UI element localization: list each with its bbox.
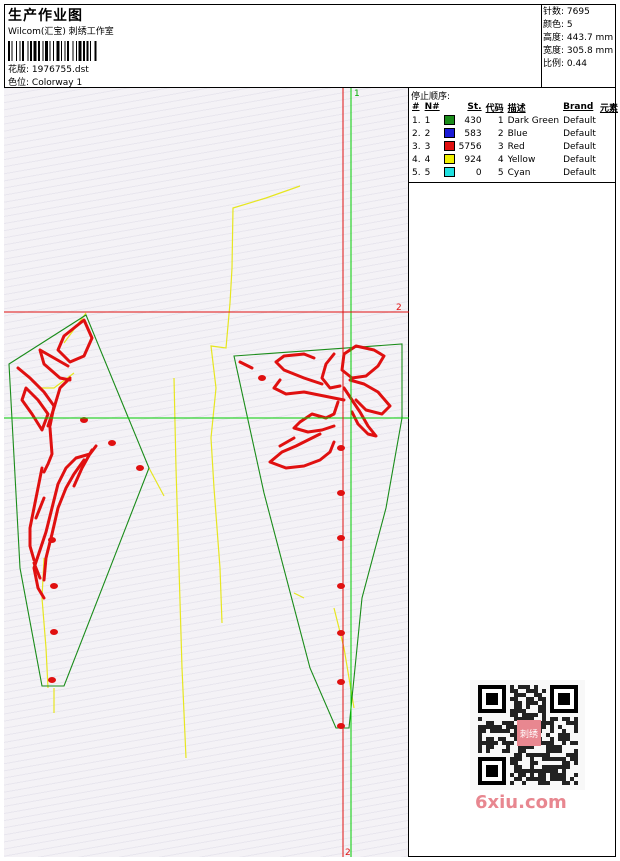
design-value: 1976755.dst — [31, 65, 89, 75]
table-cell: 5756 — [458, 141, 482, 152]
table-cell: Dark Green — [507, 115, 560, 126]
col-header: # — [412, 102, 420, 112]
axis-label-2-bottom: 2 — [345, 848, 351, 857]
design-scale: 比例: 0.44 — [543, 59, 587, 69]
color-swatch — [443, 167, 455, 178]
qr-code: 刺绣 — [470, 680, 585, 790]
col-header: St. — [467, 102, 482, 112]
table-cell: Red — [507, 141, 525, 152]
table-cell: 2 — [497, 128, 504, 139]
table-cell: 5 — [497, 167, 504, 178]
col-header: N# — [424, 102, 440, 112]
color-swatch-cell — [442, 140, 457, 153]
table-cell: 3. — [412, 141, 421, 152]
stop-sequence-panel: 停止顺序: # N# St. 代码 描述 Brand 元素 1. 1 430 1 Dar… — [409, 88, 618, 183]
table-cell: 1. — [412, 115, 421, 126]
color-swatch — [443, 128, 455, 139]
design-width: 宽度: 305.8 mm — [543, 46, 614, 56]
table-cell: 5. — [412, 167, 421, 178]
table-cell: Cyan — [507, 167, 531, 178]
design-file: 花版: 1976755.dst — [8, 62, 89, 75]
table-cell: Yellow — [507, 154, 536, 165]
col-header: 描述 — [507, 103, 526, 114]
table-cell — [598, 127, 620, 140]
axis-label-2: 2 — [396, 303, 402, 313]
table-cell: 1 — [424, 115, 431, 126]
colorway: 色位: Colorway 1 — [8, 75, 82, 88]
table-cell: 1 — [497, 115, 504, 126]
design-height: 高度: 443.7 mm — [543, 33, 614, 43]
color-swatch — [443, 154, 455, 165]
table-cell: 3 — [497, 141, 504, 152]
qr-code-icon: 刺绣 — [478, 685, 578, 785]
color-count: 颜色: 5 — [543, 20, 573, 30]
col-header: 元素 — [599, 103, 618, 114]
table-header-row: # N# St. 代码 描述 Brand 元素 — [410, 100, 620, 114]
table-cell: Default — [563, 115, 596, 126]
table-cell — [598, 140, 620, 153]
table-cell: 3 — [424, 141, 431, 152]
design-canvas[interactable]: 1 2 2 — [4, 88, 409, 857]
table-row: 1. 1 430 1 Dark Green Default — [410, 114, 620, 127]
table-cell: 2 — [424, 128, 431, 139]
header-panel: 生产作业图 Wilcom(汇宝) 刺绣工作室 花版: 1976755.dst 色… — [4, 4, 542, 88]
color-swatch-cell — [442, 153, 457, 166]
colorway-label: 色位: — [8, 78, 30, 88]
table-cell: 430 — [464, 115, 482, 126]
table-row: 3. 3 5756 3 Red Default — [410, 140, 620, 153]
yellow-stitches — [40, 185, 355, 759]
red-embroidery-left — [16, 318, 98, 600]
table-cell: Default — [563, 128, 596, 139]
table-cell: Default — [563, 154, 596, 165]
colorway-value: Colorway 1 — [31, 78, 83, 88]
table-cell: 583 — [464, 128, 482, 139]
table-cell: 4 — [497, 154, 504, 165]
table-row: 2. 2 583 2 Blue Default — [410, 127, 620, 140]
page-title: 生产作业图 — [8, 8, 83, 24]
color-swatch-cell — [442, 114, 457, 127]
table-cell: 4 — [424, 154, 431, 165]
col-header — [442, 100, 457, 114]
table-cell: 924 — [464, 154, 482, 165]
table-row: 5. 5 0 5 Cyan Default — [410, 166, 620, 179]
design-label: 花版: — [8, 65, 30, 75]
table-cell — [598, 166, 620, 179]
table-cell — [598, 114, 620, 127]
table-cell: 5 — [424, 167, 431, 178]
table-row: 4. 4 924 4 Yellow Default — [410, 153, 620, 166]
table-cell: 0 — [475, 167, 482, 178]
table-cell: Default — [563, 141, 596, 152]
table-cell: 4. — [412, 154, 421, 165]
color-swatch — [443, 115, 455, 126]
table-cell: Default — [563, 167, 596, 178]
table-cell: Blue — [507, 128, 528, 139]
barcode-icon — [8, 41, 97, 61]
qr-seal-text: 刺绣 — [520, 728, 538, 740]
table-cell — [598, 153, 620, 166]
design-info-panel: 针数: 7695 颜色: 5 高度: 443.7 mm 宽度: 305.8 mm… — [542, 4, 616, 88]
color-swatch-cell — [442, 166, 457, 179]
red-tack-dots — [48, 375, 345, 729]
company-name: Wilcom(汇宝) 刺绣工作室 — [8, 27, 114, 37]
axis-label-1: 1 — [354, 89, 360, 99]
col-header: Brand — [563, 102, 594, 112]
color-swatch-cell — [442, 127, 457, 140]
table-cell: 2. — [412, 128, 421, 139]
color-swatch — [443, 141, 455, 152]
red-embroidery-right — [238, 344, 392, 470]
embroidery-drawing: 1 2 2 — [4, 88, 409, 857]
col-header: 代码 — [485, 103, 504, 114]
stitch-count: 针数: 7695 — [543, 7, 590, 17]
watermark-logo: 6xiu.com — [475, 792, 567, 813]
stop-sequence-table: # N# St. 代码 描述 Brand 元素 1. 1 430 1 Dark Gree… — [410, 100, 620, 179]
